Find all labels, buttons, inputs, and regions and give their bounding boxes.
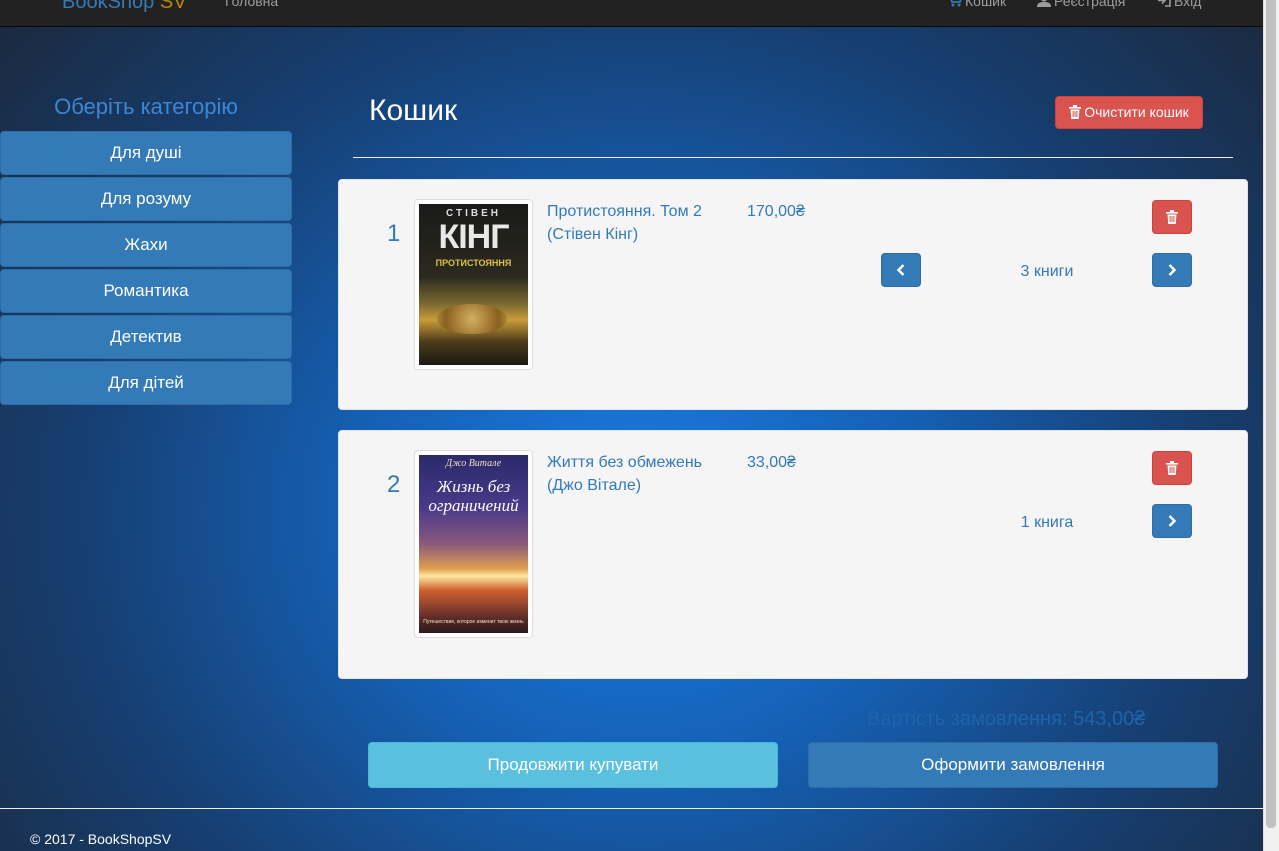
clear-cart-button[interactable]: Очистити кошик <box>1055 96 1203 129</box>
user-icon <box>1037 0 1054 9</box>
cover-illustration <box>437 304 507 334</box>
nav-login-link[interactable]: Вхід <box>1157 0 1201 9</box>
footer-copyright: © 2017 - BookShopSV <box>30 831 172 847</box>
cover-author-big: КІНГ <box>438 218 509 256</box>
book-cover-art: Джо Витале Жизнь без ограничений Путешес… <box>419 455 528 633</box>
navbar: BookShop SV Головна Кошик Реєстрація Вхі… <box>0 0 1263 27</box>
brand-suffix: SV <box>159 0 187 13</box>
item-quantity: 1 книга <box>1020 514 1074 531</box>
nav-login-label: Вхід <box>1174 0 1202 9</box>
footer-divider <box>0 808 1263 809</box>
item-index: 1 <box>387 220 401 247</box>
cart-item: 1 СТІВЕН КІНГ ПРОТИСТОЯННЯ Протистояння.… <box>338 179 1248 410</box>
scrollbar-thumb[interactable] <box>1266 0 1276 828</box>
delete-item-button[interactable] <box>1152 200 1192 234</box>
category-button[interactable]: Детектив <box>0 315 292 359</box>
book-cover-art: СТІВЕН КІНГ ПРОТИСТОЯННЯ <box>419 204 528 365</box>
book-title-link[interactable]: Протистояння. Том 2 (Стівен Кінг) <box>547 200 737 246</box>
category-button[interactable]: Жахи <box>0 223 292 267</box>
book-title-link[interactable]: Життя без обмежень (Джо Вітале) <box>547 451 737 497</box>
item-index: 2 <box>387 471 401 498</box>
nav-home-link[interactable]: Головна <box>225 0 278 9</box>
book-cover[interactable]: Джо Витале Жизнь без ограничений Путешес… <box>414 450 533 638</box>
brand-logo[interactable]: BookShop SV <box>62 0 187 13</box>
cover-book-title: Жизнь без ограничений <box>428 477 519 515</box>
category-button[interactable]: Для дітей <box>0 361 292 405</box>
checkout-button[interactable]: Оформити замовлення <box>808 742 1218 788</box>
category-button[interactable]: Романтика <box>0 269 292 313</box>
shopping-cart-icon <box>947 0 965 9</box>
order-total: Вартість замовлення: 543,00₴ <box>867 708 1146 730</box>
nav-register-link[interactable]: Реєстрація <box>1037 0 1125 9</box>
cover-book-title: ПРОТИСТОЯННЯ <box>435 258 512 268</box>
clear-cart-label: Очистити кошик <box>1084 104 1189 120</box>
book-price: 33,00₴ <box>747 454 796 471</box>
scrollbar[interactable] <box>1263 0 1279 851</box>
cart-item: 2 Джо Витале Жизнь без ограничений Путеш… <box>338 430 1248 679</box>
trash-icon <box>1069 104 1084 120</box>
cover-author: Джо Витале <box>445 458 502 469</box>
continue-shopping-button[interactable]: Продовжити купувати <box>368 742 778 788</box>
divider <box>353 157 1233 158</box>
nav-cart-label: Кошик <box>965 0 1007 9</box>
log-in-icon <box>1157 0 1174 9</box>
brand-main: BookShop <box>62 0 155 13</box>
book-cover[interactable]: СТІВЕН КІНГ ПРОТИСТОЯННЯ <box>414 199 533 370</box>
increase-quantity-button[interactable] <box>1152 504 1192 538</box>
page-title: Кошик <box>369 94 458 127</box>
nav-register-label: Реєстрація <box>1054 0 1126 9</box>
nav-cart-link[interactable]: Кошик <box>947 0 1006 9</box>
item-quantity: 3 книги <box>1020 263 1074 280</box>
nav-home-label: Головна <box>225 0 279 9</box>
delete-item-button[interactable] <box>1152 451 1192 485</box>
category-button[interactable]: Для душі <box>0 131 292 175</box>
book-price: 170,00₴ <box>747 203 805 220</box>
category-heading: Оберіть категорію <box>54 94 238 119</box>
category-button[interactable]: Для розуму <box>0 177 292 221</box>
decrease-quantity-button[interactable] <box>881 253 921 287</box>
cover-tagline: Путешествие, которое изменит твою жизнь <box>423 619 524 625</box>
increase-quantity-button[interactable] <box>1152 253 1192 287</box>
